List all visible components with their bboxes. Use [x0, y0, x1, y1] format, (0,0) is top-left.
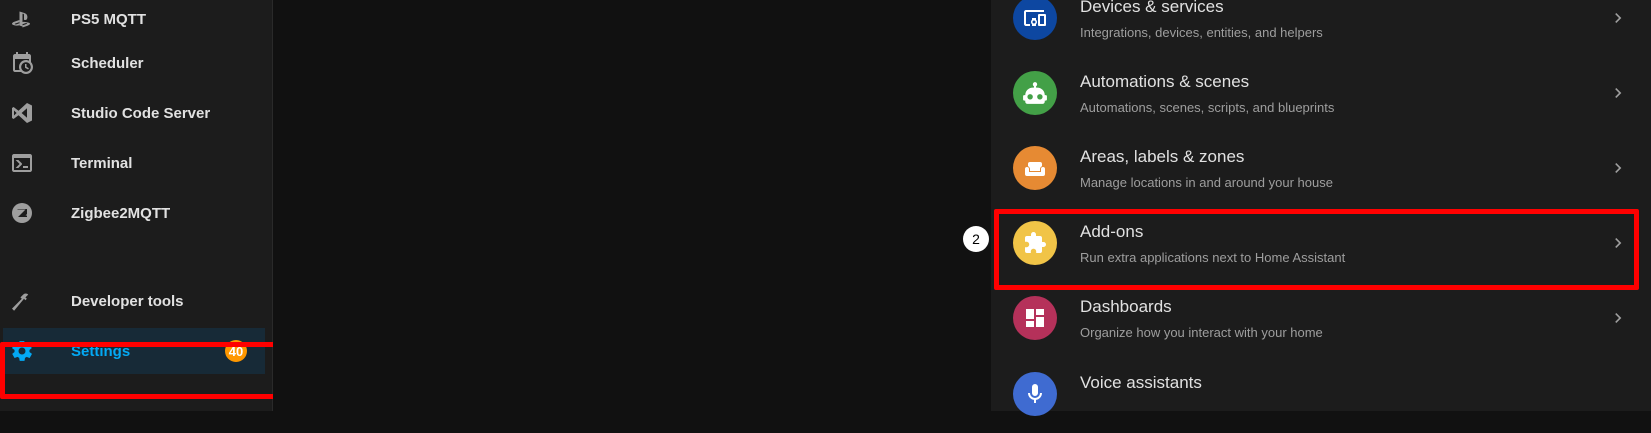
sidebar-item-zigbee2mqtt[interactable]: Zigbee2MQTT [0, 188, 272, 238]
devices-icon [1013, 0, 1057, 40]
sidebar-item-scheduler[interactable]: Scheduler [0, 38, 272, 88]
row-subtitle: Organize how you interact with your home [1080, 325, 1323, 340]
row-title: Devices & services [1080, 0, 1224, 16]
calendar-clock-icon [10, 51, 34, 75]
playstation-icon [10, 7, 34, 31]
dashboard-icon [1013, 296, 1057, 340]
highlight-box-settings [0, 342, 298, 399]
settings-row-devices-services[interactable]: Devices & services Integrations, devices… [991, 0, 1651, 57]
settings-panel: Devices & services Integrations, devices… [991, 0, 1651, 416]
sidebar-item-terminal[interactable]: Terminal [0, 138, 272, 188]
zigbee-icon [10, 201, 34, 225]
terminal-icon [10, 151, 34, 175]
sidebar-item-label: Zigbee2MQTT [71, 204, 171, 222]
sidebar-item-developer-tools[interactable]: Developer tools [0, 276, 272, 326]
row-title: Dashboards [1080, 297, 1172, 316]
settings-row-voice-assistants[interactable]: Voice assistants [991, 355, 1651, 433]
row-title: Voice assistants [1080, 373, 1202, 392]
settings-row-dashboards[interactable]: Dashboards Organize how you interact wit… [991, 279, 1651, 357]
row-title: Automations & scenes [1080, 72, 1250, 91]
row-title: Areas, labels & zones [1080, 147, 1245, 166]
chevron-right-icon [1615, 313, 1622, 323]
row-subtitle: Manage locations in and around your hous… [1080, 175, 1333, 190]
robot-icon [1013, 71, 1057, 115]
sidebar-item-label: Terminal [71, 154, 133, 172]
settings-row-areas-labels-zones[interactable]: Areas, labels & zones Manage locations i… [991, 129, 1651, 207]
hammer-icon [10, 289, 34, 313]
row-subtitle: Integrations, devices, entities, and hel… [1080, 25, 1323, 40]
sidebar-item-label: Studio Code Server [71, 104, 211, 122]
sidebar-item-label: PS5 MQTT [71, 10, 147, 28]
sidebar-item-label: Scheduler [71, 54, 144, 72]
sofa-icon [1013, 146, 1057, 190]
highlight-box-add-ons [994, 209, 1639, 290]
settings-row-automations-scenes[interactable]: Automations & scenes Automations, scenes… [991, 54, 1651, 132]
chevron-right-icon [1615, 163, 1622, 173]
microphone-icon [1013, 372, 1057, 416]
sidebar-item-studio-code-server[interactable]: Studio Code Server [0, 88, 272, 138]
vscode-icon [10, 101, 34, 125]
chevron-right-icon [1615, 13, 1622, 23]
row-subtitle: Automations, scenes, scripts, and bluepr… [1080, 100, 1335, 115]
step-marker-2: 2 [963, 226, 989, 252]
sidebar-item-label: Developer tools [71, 292, 184, 310]
main-content-area [273, 0, 991, 411]
chevron-right-icon [1615, 88, 1622, 98]
